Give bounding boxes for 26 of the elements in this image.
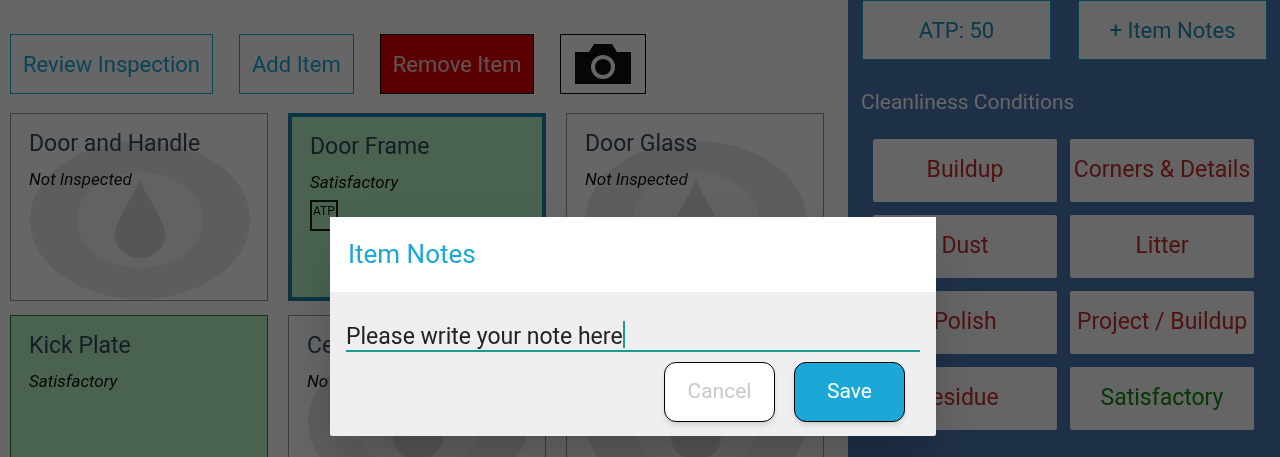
item-card[interactable]: Kick Plate Satisfactory [10,315,268,457]
item-title: Kick Plate [29,332,132,361]
remove-item-button[interactable]: Remove Item [379,34,535,94]
item-status: Not Inspected [585,167,689,191]
toolbar-button[interactable]: Add Item [239,34,354,94]
condition-button[interactable]: Project / Buildup [1070,291,1254,354]
item-title: Door Frame [310,133,431,162]
save-button[interactable]: Save [794,362,905,422]
item-status: Satisfactory [310,170,400,194]
note-input-field[interactable]: Please write your note here [346,318,920,352]
section-heading: Cleanliness Conditions [860,92,1076,113]
item-title: Door Glass [585,130,699,159]
item-card[interactable]: Door and Handle Not Inspected [10,113,268,301]
item-title: Door and Handle [29,130,202,159]
condition-button[interactable]: Satisfactory [1070,367,1254,430]
item-status: Not Inspected [29,167,133,191]
condition-button[interactable]: Buildup [873,139,1057,202]
item-status: Satisfactory [29,369,119,393]
panel-button[interactable]: ATP: 50 [862,0,1051,60]
panel-button[interactable]: + Item Notes [1078,0,1267,60]
item-status: No [307,369,330,393]
camera-button[interactable] [560,34,647,94]
toolbar-button[interactable]: Review Inspection [10,34,213,94]
dialog-title: Item Notes [348,238,476,271]
condition-button[interactable]: Litter [1070,215,1254,278]
condition-button[interactable]: Corners & Details [1070,139,1254,202]
